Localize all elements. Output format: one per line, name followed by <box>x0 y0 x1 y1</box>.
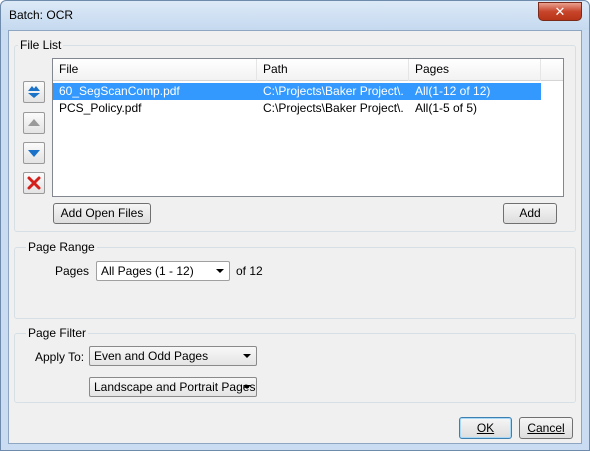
cancel-button-label: Cancel <box>527 421 565 435</box>
path-cell: C:\Projects\Baker Project\... <box>263 101 403 115</box>
close-icon: ✕ <box>554 4 566 19</box>
pages-dropdown-value: All Pages (1 - 12) <box>101 264 194 278</box>
page-parity-dropdown[interactable]: Even and Odd Pages <box>89 346 257 366</box>
chevron-down-icon <box>216 269 224 273</box>
close-window-button[interactable]: ✕ <box>538 2 582 21</box>
window-title: Batch: OCR <box>9 8 74 22</box>
page-total-label: of 12 <box>236 264 263 278</box>
move-down-icon <box>28 150 40 157</box>
page-orientation-value: Landscape and Portrait Pages <box>94 380 256 394</box>
table-header: File Path Pages <box>53 59 563 81</box>
pages-cell: All(1-5 of 5) <box>415 101 478 115</box>
column-header-pages[interactable]: Pages <box>409 59 541 81</box>
file-list-legend: File List <box>18 38 64 52</box>
chevron-down-icon <box>243 354 251 358</box>
table-row[interactable]: PCS_Policy.pdf C:\Projects\Baker Project… <box>53 100 541 117</box>
column-header-file[interactable]: File <box>53 59 257 81</box>
move-up-button[interactable] <box>23 112 45 134</box>
title-bar[interactable]: Batch: OCR ✕ <box>1 1 589 30</box>
file-cell: 60_SegScanComp.pdf <box>59 84 180 98</box>
add-button[interactable]: Add <box>503 203 557 224</box>
file-cell: PCS_Policy.pdf <box>59 101 142 115</box>
add-open-files-button[interactable]: Add Open Files <box>53 203 151 224</box>
page-filter-legend: Page Filter <box>26 326 89 340</box>
apply-to-label: Apply To: <box>35 350 85 364</box>
remove-button[interactable] <box>23 172 45 194</box>
pages-dropdown[interactable]: All Pages (1 - 12) <box>96 261 230 281</box>
batch-ocr-dialog: Batch: OCR ✕ File List File Path Pages 6… <box>0 0 590 451</box>
remove-icon <box>27 176 41 190</box>
page-range-group <box>14 247 576 319</box>
page-orientation-dropdown[interactable]: Landscape and Portrait Pages <box>89 377 257 397</box>
move-to-top-icon <box>28 86 40 98</box>
chevron-down-icon <box>243 385 251 389</box>
ok-button[interactable]: OK <box>459 417 512 439</box>
table-row[interactable]: 60_SegScanComp.pdf C:\Projects\Baker Pro… <box>53 83 541 100</box>
move-up-icon <box>28 119 40 126</box>
pages-label: Pages <box>55 264 90 278</box>
column-header-path[interactable]: Path <box>257 59 409 81</box>
move-to-top-button[interactable] <box>23 81 45 103</box>
cancel-button[interactable]: Cancel <box>519 417 573 439</box>
file-list-table[interactable]: File Path Pages 60_SegScanComp.pdf C:\Pr… <box>52 58 564 197</box>
move-down-button[interactable] <box>23 142 45 164</box>
ok-button-label: OK <box>476 421 495 435</box>
page-range-legend: Page Range <box>26 240 97 254</box>
path-cell: C:\Projects\Baker Project\... <box>263 84 403 98</box>
page-parity-value: Even and Odd Pages <box>94 349 209 363</box>
dialog-body: File List File Path Pages 60_SegScanComp… <box>8 30 582 444</box>
pages-cell: All(1-12 of 12) <box>415 84 491 98</box>
